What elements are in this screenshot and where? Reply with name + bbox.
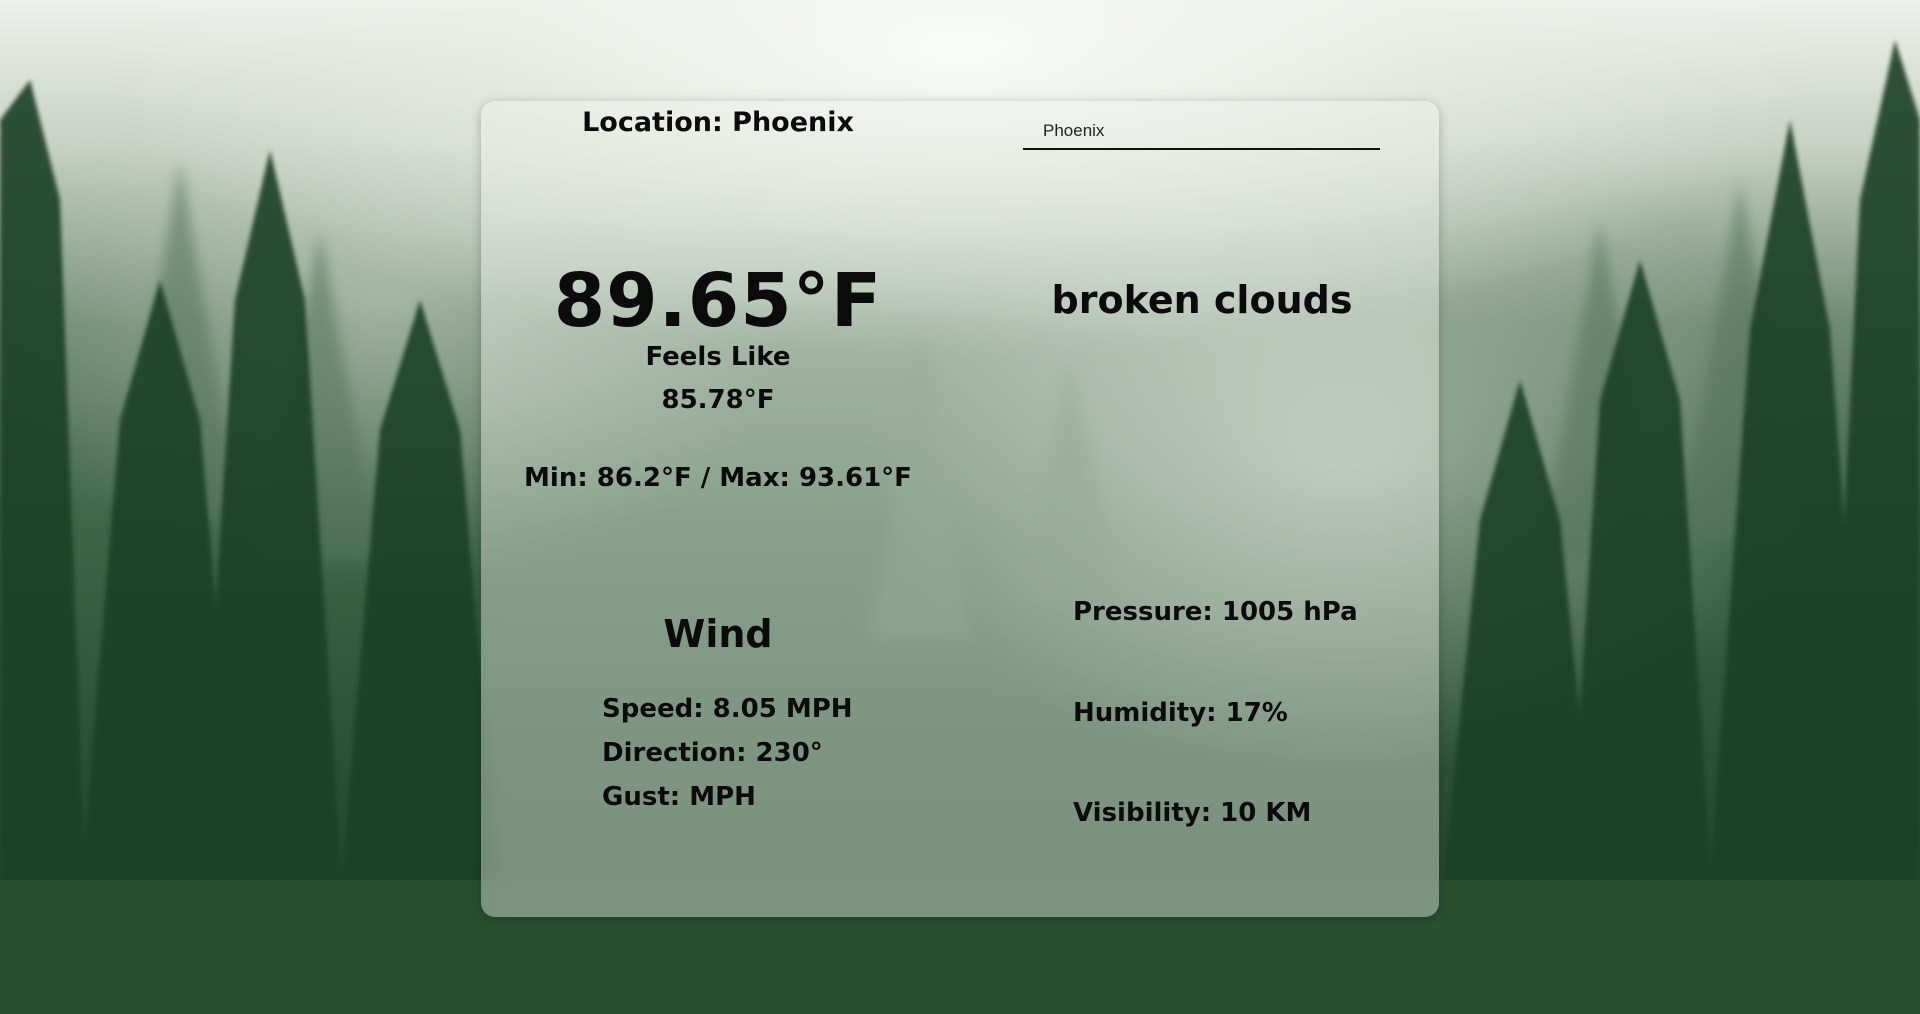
- humidity-value: Humidity: 17%: [1073, 698, 1288, 728]
- weather-description: broken clouds: [1051, 278, 1353, 322]
- location-title: Location: Phoenix: [582, 107, 854, 138]
- wind-direction: Direction: 230°: [602, 738, 823, 768]
- wind-speed: Speed: 8.05 MPH: [602, 694, 853, 724]
- search-input[interactable]: [1023, 114, 1380, 150]
- wind-gust: Gust: MPH: [602, 782, 756, 812]
- pressure-value: Pressure: 1005 hPa: [1073, 597, 1358, 627]
- min-max-temperature: Min: 86.2°F / Max: 93.61°F: [524, 463, 912, 493]
- current-temperature: 89.65°F: [553, 258, 883, 344]
- feels-like-label: Feels Like: [645, 342, 791, 372]
- feels-like-value: 85.78°F: [661, 385, 775, 415]
- visibility-value: Visibility: 10 KM: [1073, 798, 1312, 828]
- wind-heading: Wind: [663, 612, 773, 656]
